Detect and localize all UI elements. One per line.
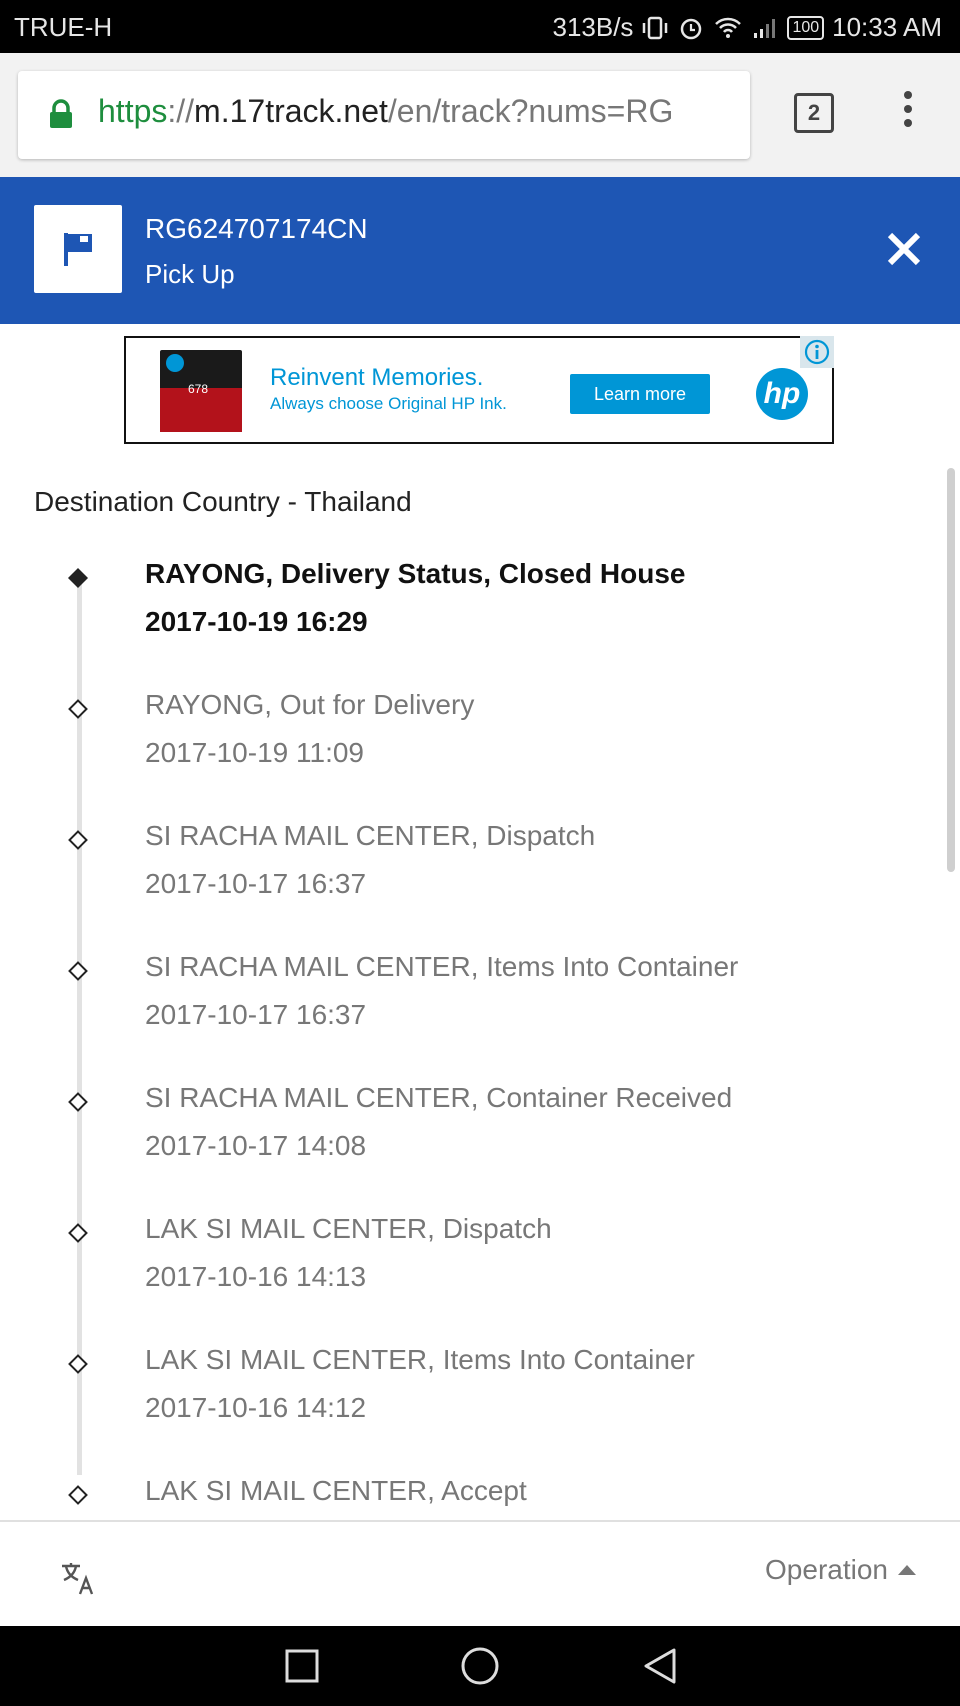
- url-path: /en/track?nums=RG: [387, 93, 674, 129]
- android-nav-bar: [0, 1626, 960, 1706]
- event-time: 2017-10-16 14:12: [145, 1392, 367, 1423]
- status-icon-box: [34, 205, 122, 293]
- operation-bar: Operation: [0, 1520, 960, 1628]
- event-marker-icon: [68, 1354, 88, 1374]
- tracking-status: Pick Up: [145, 259, 235, 289]
- status-icons: 313B/s 100 10:33 AM: [552, 12, 942, 43]
- event-location: RAYONG, Out for Delivery: [145, 689, 475, 720]
- current-event-marker-icon: [68, 568, 88, 588]
- destination-country: Destination Country - Thailand: [34, 486, 412, 517]
- ad-headline: Reinvent Memories.: [270, 364, 484, 391]
- browser-menu-button[interactable]: [900, 91, 916, 135]
- timeline-event: LAK SI MAIL CENTER, Items Into Container…: [0, 1344, 960, 1475]
- info-icon: [804, 339, 830, 365]
- hp-mini-logo: [166, 354, 184, 372]
- wifi-icon: [715, 17, 742, 38]
- ad-banner[interactable]: 678 Reinvent Memories. Always choose Ori…: [124, 336, 834, 444]
- event-location: LAK SI MAIL CENTER, Items Into Container: [145, 1344, 695, 1375]
- tracking-number: RG624707174CN: [145, 213, 368, 244]
- caret-up-icon: [898, 1565, 916, 1575]
- event-time: 2017-10-19 11:09: [145, 737, 364, 768]
- event-marker-icon: [68, 830, 88, 850]
- event-marker-icon: [68, 699, 88, 719]
- timeline-event: LAK SI MAIL CENTER, Dispatch 2017-10-16 …: [0, 1213, 960, 1344]
- menu-dot-icon: [904, 91, 912, 99]
- browser-toolbar: https://m.17track.net/en/track?nums=RG 2: [0, 53, 960, 177]
- timeline-event: SI RACHA MAIL CENTER, Container Received…: [0, 1082, 960, 1213]
- lock-icon: [50, 99, 72, 128]
- ad-info-button[interactable]: [800, 336, 834, 368]
- home-icon[interactable]: [460, 1646, 500, 1686]
- battery-level: 100: [787, 15, 825, 40]
- carrier-name: TRUE-H: [14, 12, 113, 42]
- event-time: 2017-10-17 16:37: [145, 999, 367, 1030]
- url-separator: ://: [167, 93, 195, 129]
- timeline-event: LAK SI MAIL CENTER, Accept: [0, 1475, 960, 1520]
- event-location: SI RACHA MAIL CENTER, Dispatch: [145, 820, 596, 851]
- timeline-event: SI RACHA MAIL CENTER, Dispatch 2017-10-1…: [0, 820, 960, 951]
- url-text: https://m.17track.net/en/track?nums=RG: [98, 93, 673, 130]
- event-time: 2017-10-16 14:13: [145, 1261, 367, 1292]
- event-marker-icon: [68, 961, 88, 981]
- operation-label: Operation: [765, 1554, 888, 1585]
- url-scheme: https: [98, 93, 168, 129]
- clock: 10:33 AM: [832, 12, 942, 42]
- event-location: LAK SI MAIL CENTER, Dispatch: [145, 1213, 552, 1244]
- event-marker-icon: [68, 1223, 88, 1243]
- address-bar[interactable]: https://m.17track.net/en/track?nums=RG: [18, 71, 750, 159]
- ink-cartridge-image: 678: [160, 350, 242, 432]
- event-location: LAK SI MAIL CENTER, Accept: [145, 1475, 527, 1506]
- operation-button[interactable]: Operation: [765, 1554, 916, 1586]
- recents-icon[interactable]: [282, 1646, 322, 1686]
- event-location: RAYONG, Delivery Status, Closed House: [145, 558, 686, 589]
- product-number: 678: [188, 382, 209, 396]
- url-host: m.17track.net: [194, 93, 388, 129]
- flag-icon: [64, 233, 92, 266]
- timeline-event: RAYONG, Out for Delivery 2017-10-19 11:0…: [0, 689, 960, 820]
- tab-switcher-button[interactable]: 2: [794, 93, 834, 133]
- signal-icon: [754, 18, 776, 38]
- tracking-header: RG624707174CN Pick Up: [0, 177, 960, 324]
- event-marker-icon: [68, 1092, 88, 1112]
- menu-dot-icon: [904, 105, 912, 113]
- alarm-icon: [681, 18, 702, 39]
- event-time: 2017-10-17 14:08: [145, 1130, 367, 1161]
- hp-logo: hp: [756, 368, 808, 420]
- event-marker-icon: [68, 1485, 88, 1505]
- ad-subline: Always choose Original HP Ink.: [270, 394, 507, 413]
- translate-icon[interactable]: [58, 1558, 98, 1598]
- event-time: 2017-10-19 16:29: [145, 606, 368, 637]
- learn-more-button[interactable]: Learn more: [570, 374, 710, 414]
- timeline-event: SI RACHA MAIL CENTER, Items Into Contain…: [0, 951, 960, 1082]
- event-location: SI RACHA MAIL CENTER, Container Received: [145, 1082, 733, 1113]
- timeline-event: RAYONG, Delivery Status, Closed House 20…: [0, 558, 960, 689]
- page-scrollbar[interactable]: [947, 468, 955, 872]
- network-speed: 313B/s: [552, 12, 634, 42]
- menu-dot-icon: [904, 119, 912, 127]
- back-icon[interactable]: [640, 1646, 680, 1686]
- vibrate-icon: [643, 16, 668, 39]
- close-icon[interactable]: [884, 229, 924, 269]
- event-time: 2017-10-17 16:37: [145, 868, 367, 899]
- event-location: SI RACHA MAIL CENTER, Items Into Contain…: [145, 951, 739, 982]
- status-bar: TRUE-H 313B/s 100 10:33 AM: [0, 0, 960, 53]
